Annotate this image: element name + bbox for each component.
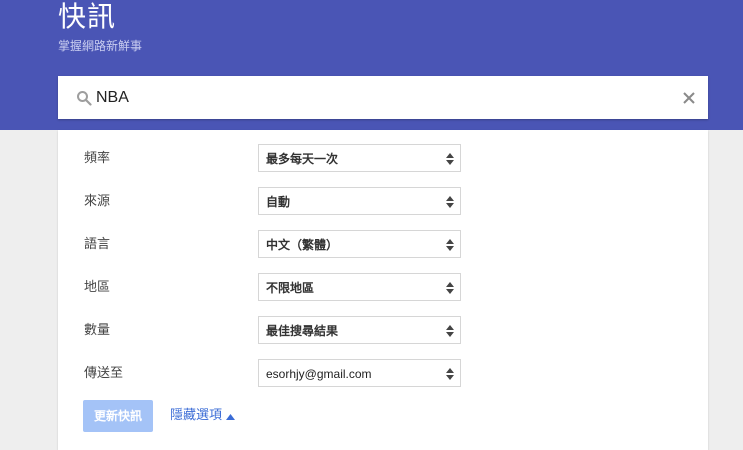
option-row-deliver-to: 傳送至 esorhjy@gmail.com (58, 359, 708, 389)
quantity-select[interactable]: 最佳搜尋結果 (258, 316, 461, 344)
options-panel: 頻率 最多每天一次 來源 自動 語言 中文（繁體） 地區 不限地區 數量 最佳搜… (58, 130, 708, 450)
option-row-frequency: 頻率 最多每天一次 (58, 144, 708, 174)
option-row-language: 語言 中文（繁體） (58, 230, 708, 260)
option-label-language: 語言 (84, 237, 111, 252)
hide-options-link[interactable]: 隱藏選項 (170, 408, 222, 424)
close-icon[interactable] (680, 89, 698, 107)
option-label-source: 來源 (84, 194, 111, 209)
updown-arrow-icon (446, 325, 454, 337)
updown-arrow-icon (446, 282, 454, 294)
option-label-quantity: 數量 (84, 323, 111, 338)
updown-arrow-icon (446, 368, 454, 380)
language-select-value: 中文（繁體） (266, 238, 339, 252)
updown-arrow-icon (446, 239, 454, 251)
updown-arrow-icon (446, 196, 454, 208)
region-select-value: 不限地區 (266, 281, 315, 295)
page-subtitle: 掌握網路新鮮事 (58, 39, 143, 53)
option-row-quantity: 數量 最佳搜尋結果 (58, 316, 708, 346)
search-bar[interactable] (58, 76, 708, 119)
option-row-region: 地區 不限地區 (58, 273, 708, 303)
frequency-select[interactable]: 最多每天一次 (258, 144, 461, 172)
search-input[interactable] (96, 76, 656, 119)
deliver-to-select[interactable]: esorhjy@gmail.com (258, 359, 461, 387)
source-select-value: 自動 (266, 195, 291, 209)
deliver-to-select-value: esorhjy@gmail.com (266, 367, 372, 381)
caret-up-icon[interactable] (226, 414, 235, 420)
source-select[interactable]: 自動 (258, 187, 461, 215)
update-alert-button[interactable]: 更新快訊 (83, 400, 153, 432)
option-row-source: 來源 自動 (58, 187, 708, 217)
option-label-region: 地區 (84, 280, 111, 295)
page-title: 快訊 (58, 0, 117, 33)
option-label-frequency: 頻率 (84, 151, 111, 166)
frequency-select-value: 最多每天一次 (266, 152, 339, 166)
option-label-deliver-to: 傳送至 (84, 366, 124, 381)
language-select[interactable]: 中文（繁體） (258, 230, 461, 258)
search-icon (77, 91, 92, 106)
updown-arrow-icon (446, 153, 454, 165)
quantity-select-value: 最佳搜尋結果 (266, 324, 339, 338)
region-select[interactable]: 不限地區 (258, 273, 461, 301)
